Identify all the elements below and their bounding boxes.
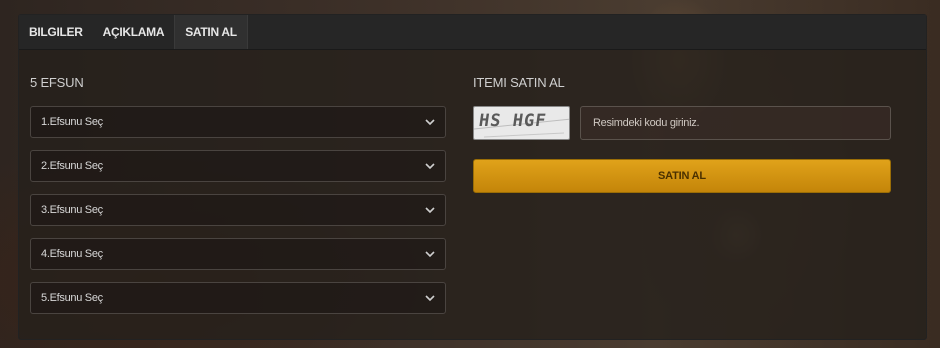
chevron-down-icon — [425, 119, 435, 126]
chevron-down-icon — [425, 207, 435, 214]
captcha-image: HS HGF — [473, 106, 570, 140]
buy-button[interactable]: SATIN AL — [473, 159, 891, 193]
efsun-select-label: 5.Efsunu Seç — [41, 292, 103, 304]
chevron-down-icon — [425, 163, 435, 170]
item-panel: BILGILER AÇIKLAMA SATIN AL 5 EFSUN 1.Efs… — [18, 14, 927, 340]
efsun-select-label: 4.Efsunu Seç — [41, 248, 103, 260]
efsun-select-2[interactable]: 2.Efsunu Seç — [30, 150, 446, 182]
tab-bilgiler[interactable]: BILGILER — [19, 15, 93, 49]
tab-satin-al[interactable]: SATIN AL — [174, 15, 248, 49]
captcha-text: HS HGF — [477, 111, 548, 131]
efsun-section-title: 5 EFSUN — [30, 75, 84, 90]
captcha-code-input[interactable] — [580, 106, 891, 140]
efsun-select-label: 3.Efsunu Seç — [41, 204, 103, 216]
efsun-select-4[interactable]: 4.Efsunu Seç — [30, 238, 446, 270]
tab-aciklama[interactable]: AÇIKLAMA — [93, 15, 175, 49]
efsun-select-label: 1.Efsunu Seç — [41, 116, 103, 128]
efsun-select-1[interactable]: 1.Efsunu Seç — [30, 106, 446, 138]
efsun-select-label: 2.Efsunu Seç — [41, 160, 103, 172]
chevron-down-icon — [425, 295, 435, 302]
efsun-select-3[interactable]: 3.Efsunu Seç — [30, 194, 446, 226]
chevron-down-icon — [425, 251, 435, 258]
efsun-select-5[interactable]: 5.Efsunu Seç — [30, 282, 446, 314]
tab-bar: BILGILER AÇIKLAMA SATIN AL — [19, 15, 926, 50]
buy-section-title: ITEMI SATIN AL — [473, 75, 565, 90]
